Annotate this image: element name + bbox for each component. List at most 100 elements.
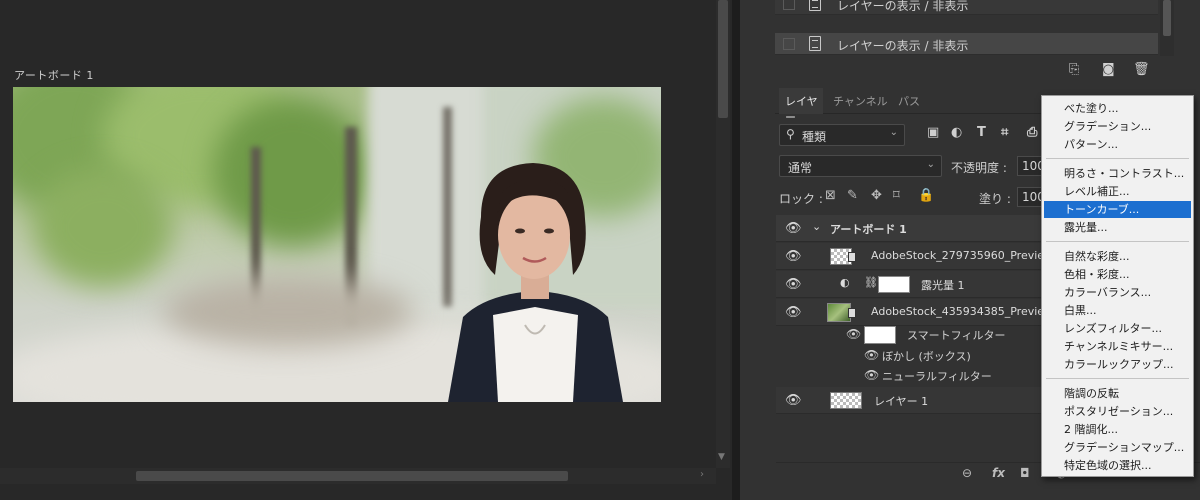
adjustment-layer-icon: ◐ <box>840 276 850 289</box>
menu-item-color-lookup[interactable]: カラールックアップ... <box>1044 356 1191 373</box>
layer-row-layer1[interactable]: 👁 レイヤー 1 <box>776 387 1046 414</box>
history-scroll-thumb[interactable] <box>1163 0 1171 36</box>
lock-image-pixels-icon[interactable]: ✎ <box>847 188 858 203</box>
menu-item-levels[interactable]: レベル補正... <box>1044 183 1191 200</box>
layer-row-artboard[interactable]: 👁 ⌄ アートボード 1 <box>776 215 1046 242</box>
visibility-eye-icon[interactable]: 👁 <box>785 305 802 320</box>
menu-item-exposure[interactable]: 露光量... <box>1044 219 1191 236</box>
filter-row-blur[interactable]: 👁 ぼかし (ボックス) <box>776 346 1046 366</box>
tab-layers[interactable]: レイヤー <box>779 88 823 124</box>
lock-transparent-pixels-icon[interactable]: ⊠ <box>825 188 836 203</box>
menu-item-invert[interactable]: 階調の反転 <box>1044 385 1191 402</box>
layer-row-stock2[interactable]: 👁 AdobeStock_435934385_Preview <box>776 299 1053 326</box>
filter-type-layer-icon[interactable]: T <box>977 125 986 140</box>
canvas-horizontal-scrollbar[interactable]: › <box>0 468 716 484</box>
visibility-eye-icon[interactable]: 👁 <box>785 221 802 236</box>
canvas-vertical-scroll-thumb[interactable] <box>718 0 728 118</box>
history-document-icon <box>809 36 821 51</box>
lock-label: ロック : <box>779 192 823 206</box>
link-layers-icon[interactable]: ⊖ <box>962 466 972 480</box>
filter-name: ぼかし (ボックス) <box>882 350 971 363</box>
trash-icon[interactable]: 🗑 <box>1133 62 1150 77</box>
camera-snapshot-icon[interactable]: ◙ <box>1102 62 1115 77</box>
blend-mode-row: 通常 ⌄ 不透明度 : 100% <box>779 155 1057 179</box>
history-item[interactable]: レイヤーの表示 / 非表示 <box>775 0 1158 15</box>
visibility-eye-icon[interactable]: 👁 <box>785 393 802 408</box>
menu-separator <box>1046 241 1189 242</box>
filter-row-neural[interactable]: 👁 ニューラルフィルター <box>776 366 1046 386</box>
visibility-eye-icon[interactable]: 👁 <box>846 327 861 341</box>
layer-name: アートボード 1 <box>830 223 907 236</box>
menu-item-gradient-map[interactable]: グラデーションマップ... <box>1044 439 1191 456</box>
menu-item-photo-filter[interactable]: レンズフィルター... <box>1044 320 1191 337</box>
scroll-right-arrow-icon[interactable]: › <box>700 469 704 480</box>
lock-row: ロック : ⊠ ✎ ✥ ⌑ 🔒 塗り : 100% <box>779 187 1057 209</box>
fill-label: 塗り : <box>979 192 1011 206</box>
filter-adjustment-layer-icon[interactable]: ◐ <box>951 125 962 140</box>
menu-item-black-white[interactable]: 白黒... <box>1044 302 1191 319</box>
chevron-down-icon: ⌄ <box>926 159 935 170</box>
add-mask-icon[interactable]: ◘ <box>1020 466 1030 480</box>
new-document-from-state-icon[interactable]: ⎘ <box>1069 62 1079 77</box>
layer-thumbnail <box>830 392 862 409</box>
menu-item-solid-color[interactable]: べた塗り... <box>1044 100 1191 117</box>
portrait-figure <box>448 163 623 402</box>
menu-item-pattern[interactable]: パターン... <box>1044 136 1191 153</box>
layer-filter-kind-select[interactable]: ⚲ 種類 ⌄ <box>779 124 905 146</box>
filter-shape-layer-icon[interactable]: ⌗ <box>1001 125 1008 140</box>
lock-artboard-icon[interactable]: ⌑ <box>893 188 900 203</box>
canvas-vertical-scrollbar[interactable]: ▼ <box>716 0 730 468</box>
filter-kind-value: 種類 <box>802 130 827 144</box>
lock-all-icon[interactable]: 🔒 <box>918 188 934 203</box>
menu-item-channel-mixer[interactable]: チャンネルミキサー... <box>1044 338 1191 355</box>
menu-item-color-balance[interactable]: カラーバランス... <box>1044 284 1191 301</box>
lock-position-icon[interactable]: ✥ <box>871 188 882 203</box>
tab-channels[interactable]: チャンネル <box>833 88 893 114</box>
visibility-eye-icon[interactable]: 👁 <box>785 277 802 292</box>
visibility-eye-icon[interactable]: 👁 <box>785 249 802 264</box>
layer-filter-row: ⚲ 種類 ⌄ ▣ ◐ T ⌗ ⎙ <box>779 124 1049 148</box>
filter-smart-object-icon[interactable]: ⎙ <box>1027 125 1037 140</box>
smart-object-badge-icon <box>848 308 856 318</box>
document-canvas[interactable]: アートボード 1 ▼ › <box>0 0 732 500</box>
layer-style-fx-icon[interactable]: fx <box>992 466 1005 480</box>
layer-name: レイヤー 1 <box>874 395 929 408</box>
history-panel: レイヤーの表示 / 非表示 レイヤーの表示 / 非表示 <box>775 0 1175 60</box>
menu-item-gradient[interactable]: グラデーション... <box>1044 118 1191 135</box>
canvas-horizontal-scroll-thumb[interactable] <box>136 471 568 481</box>
layer-name: 露光量 1 <box>921 279 965 292</box>
blend-mode-value: 通常 <box>788 161 813 175</box>
artboard-image[interactable] <box>13 87 661 402</box>
menu-item-vibrance[interactable]: 自然な彩度... <box>1044 248 1191 265</box>
visibility-eye-icon[interactable]: 👁 <box>864 348 879 362</box>
history-snapshot-checkbox[interactable] <box>783 38 795 50</box>
menu-item-selective-color[interactable]: 特定色域の選択... <box>1044 457 1191 474</box>
menu-item-brightness-contrast[interactable]: 明るさ・コントラスト... <box>1044 165 1191 182</box>
history-item-selected[interactable]: レイヤーの表示 / 非表示 <box>775 33 1158 55</box>
artboard-label[interactable]: アートボード 1 <box>14 67 94 83</box>
scroll-down-arrow-icon[interactable]: ▼ <box>718 452 725 462</box>
smart-filter-mask-thumbnail[interactable] <box>864 326 896 344</box>
history-snapshot-checkbox[interactable] <box>783 0 795 10</box>
layer-row-exposure[interactable]: 👁 ◐ ⛓ 露光量 1 <box>776 271 1046 298</box>
filter-pixel-layer-icon[interactable]: ▣ <box>927 125 939 140</box>
tab-paths[interactable]: パス <box>898 88 928 114</box>
chevron-down-icon: ⌄ <box>889 127 898 138</box>
menu-separator <box>1046 158 1189 159</box>
menu-item-posterize[interactable]: ポスタリゼーション... <box>1044 403 1191 420</box>
smart-object-badge-icon <box>848 252 856 262</box>
history-scrollbar[interactable] <box>1160 0 1174 56</box>
blend-mode-select[interactable]: 通常 ⌄ <box>779 155 942 177</box>
disclosure-chevron-icon[interactable]: ⌄ <box>812 220 821 233</box>
layer-mask-thumbnail[interactable] <box>878 276 910 293</box>
visibility-eye-icon[interactable]: 👁 <box>864 368 879 382</box>
panel-divider[interactable] <box>732 0 740 500</box>
link-chain-icon[interactable]: ⛓ <box>864 276 878 289</box>
menu-item-curves[interactable]: トーンカーブ... <box>1044 201 1191 218</box>
smart-filter-row[interactable]: 👁 スマートフィルター <box>776 325 1046 345</box>
search-icon: ⚲ <box>786 127 795 141</box>
layer-row-stock1[interactable]: 👁 AdobeStock_279735960_Preview <box>776 243 1053 270</box>
menu-item-threshold[interactable]: 2 階調化... <box>1044 421 1191 438</box>
menu-item-hue-saturation[interactable]: 色相・彩度... <box>1044 266 1191 283</box>
filter-name: ニューラルフィルター <box>882 370 992 383</box>
